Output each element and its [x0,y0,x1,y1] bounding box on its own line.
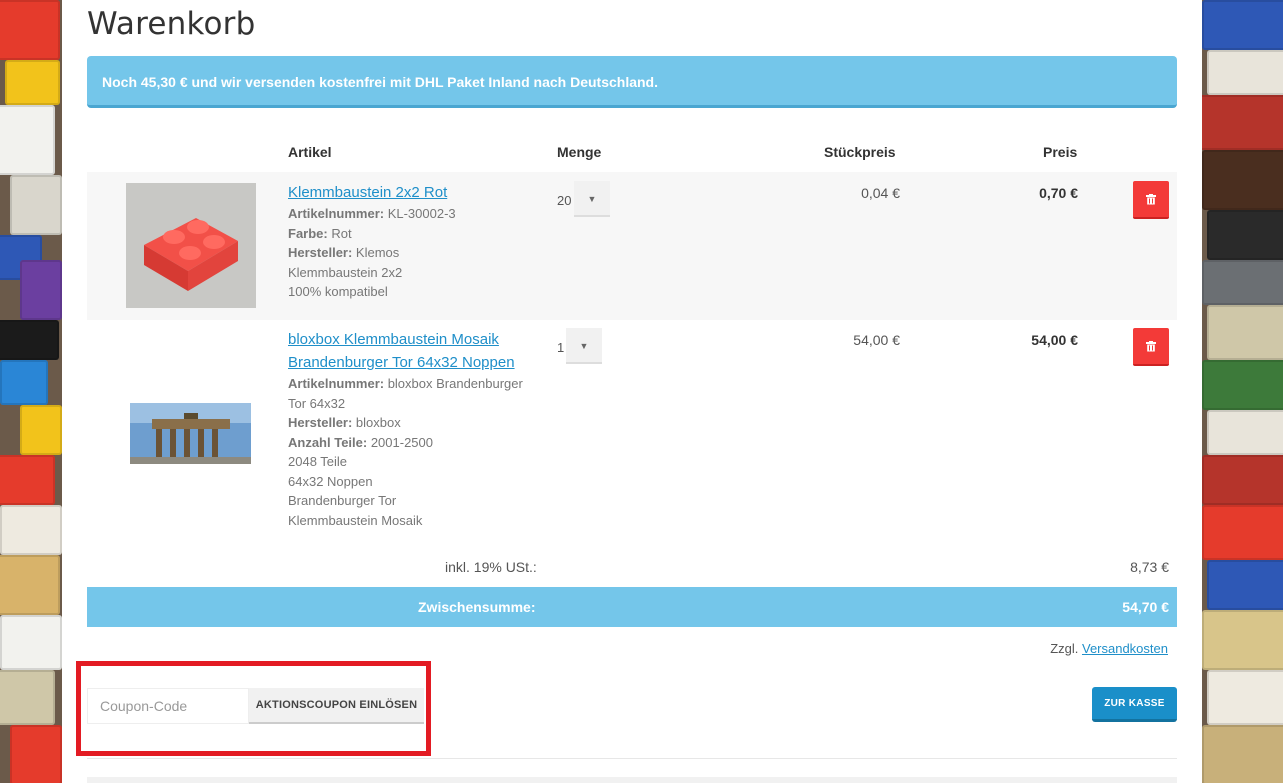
delete-item-button[interactable] [1133,328,1169,366]
attr-article-number: Artikelnummer: KL-30002-3 [288,206,456,221]
line-price: 54,00 € [1031,332,1078,348]
product-title-link[interactable]: Klemmbaustein 2x2 Rot [288,181,447,204]
checkout-button[interactable]: ZUR KASSE [1092,687,1177,722]
attr-article-number: Artikelnummer: bloxbox Brandenburger [288,376,523,391]
product-note: Klemmbaustein 2x2 [288,264,403,280]
footer-strip [87,777,1177,783]
product-title-link[interactable]: bloxbox Klemmbaustein Mosaik Brandenburg… [288,328,515,374]
attr-color: Farbe: Rot [288,225,352,241]
product-note: 100% kompatibel [288,284,388,299]
header-quantity: Menge [557,144,602,160]
page-title: Warenkorb [87,6,256,42]
product-attributes: Artikelnummer: KL-30002-3 Farbe: Rot Her… [288,204,456,302]
unit-price: 0,04 € [861,185,900,201]
background-bricks-left [0,0,62,783]
attr-manufacturer: Hersteller: bloxbox [288,415,401,430]
tax-label: inkl. 19% USt.: [445,559,537,575]
tax-value: 8,73 € [1130,559,1169,575]
unit-price: 54,00 € [853,332,900,348]
subtotal-bar: Zwischensumme: 54,70 € [87,587,1177,627]
cart-item-row: bloxbox Klemmbaustein Mosaik Brandenburg… [87,320,1177,550]
attr-part-count: Anzahl Teile: 2001-2500 [288,434,433,450]
subtotal-value: 54,70 € [1122,599,1169,615]
product-image[interactable] [130,403,251,464]
delete-item-button[interactable] [1133,181,1169,219]
attr-article-number-cont: Tor 64x32 [288,395,346,411]
header-price: Preis [1043,144,1078,160]
free-shipping-notice: Noch 45,30 € und wir versenden kostenfre… [87,56,1177,108]
divider [87,758,1177,759]
product-attributes: Artikelnummer: bloxbox Brandenburger Tor… [288,374,523,530]
product-image[interactable] [126,183,256,308]
product-note: Brandenburger Tor [288,493,397,508]
quantity-value: 20 [557,193,572,208]
caret-down-icon[interactable]: ▼ [566,328,602,364]
header-unit-price: Stückpreis [824,144,896,160]
trash-icon [1146,340,1156,351]
product-note: Klemmbaustein Mosaik [288,512,423,528]
quantity-selector[interactable]: 20 ▼ [557,181,617,219]
trash-icon [1146,193,1156,204]
quantity-selector[interactable]: 1 ▼ [557,328,617,366]
redeem-coupon-button[interactable]: AKTIONSCOUPON EINLÖSEN [249,688,424,724]
cart-page: Warenkorb Noch 45,30 € und wir versenden… [62,0,1202,783]
shipping-costs-link[interactable]: Versandkosten [1082,641,1168,656]
header-article: Artikel [288,144,332,160]
quantity-value: 1 [557,340,565,355]
subtotal-label: Zwischensumme: [418,599,536,615]
product-note: 64x32 Noppen [288,473,373,489]
coupon-code-input[interactable] [87,688,249,724]
product-note: 2048 Teile [288,454,348,469]
background-bricks-right [1202,0,1283,783]
shipping-costs-note: Zzgl. Versandkosten [1050,641,1168,656]
line-price: 0,70 € [1039,185,1078,201]
cart-item-row: Klemmbaustein 2x2 Rot Artikelnummer: KL-… [87,172,1177,320]
caret-down-icon[interactable]: ▼ [574,181,610,217]
attr-manufacturer: Hersteller: Klemos [288,245,400,260]
